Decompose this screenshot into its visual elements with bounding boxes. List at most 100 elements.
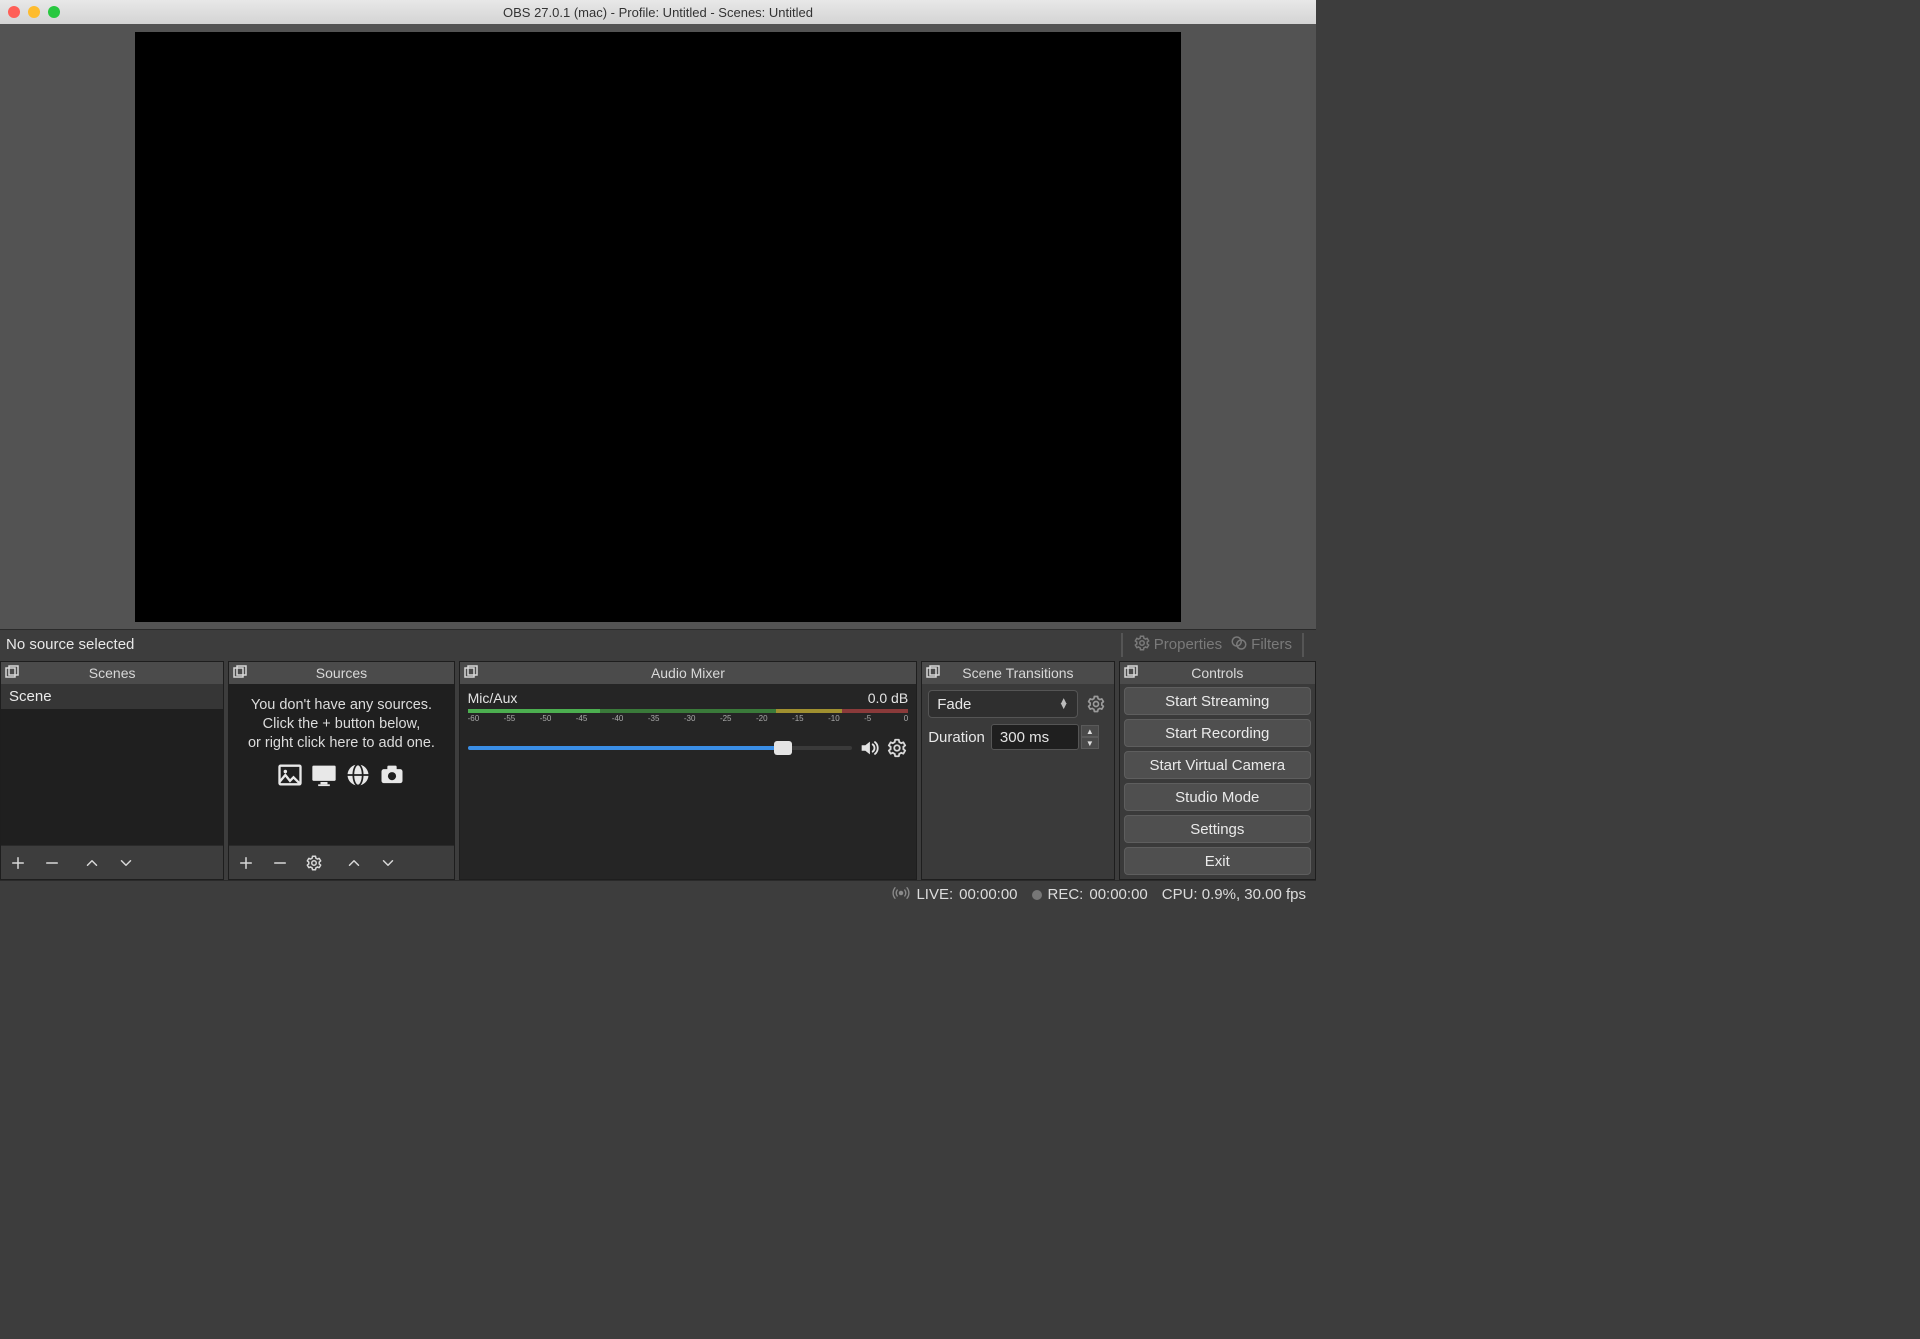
audio-mixer-dock: Audio Mixer Mic/Aux 0.0 dB -60 -55 -50 -…	[459, 661, 918, 880]
sources-dock: Sources You don't have any sources. Clic…	[228, 661, 454, 880]
sources-empty-message: You don't have any sources. Click the + …	[229, 684, 453, 794]
transition-settings-button[interactable]	[1084, 692, 1108, 716]
move-scene-down-button[interactable]	[109, 848, 143, 878]
exit-button[interactable]: Exit	[1124, 847, 1311, 875]
tick: -35	[648, 714, 684, 723]
meter-ticks: -60 -55 -50 -45 -40 -35 -30 -25 -20 -15 …	[468, 714, 909, 723]
sources-header[interactable]: Sources	[229, 662, 453, 684]
start-recording-button[interactable]: Start Recording	[1124, 719, 1311, 747]
source-properties-button[interactable]	[297, 848, 331, 878]
filters-icon	[1230, 634, 1248, 656]
start-virtual-camera-button[interactable]: Start Virtual Camera	[1124, 751, 1311, 779]
titlebar: OBS 27.0.1 (mac) - Profile: Untitled - S…	[0, 0, 1316, 24]
rec-time: 00:00:00	[1089, 886, 1147, 903]
undock-icon[interactable]	[926, 665, 940, 679]
transition-select[interactable]: Fade ▲▼	[928, 690, 1077, 718]
sources-list[interactable]: You don't have any sources. Click the + …	[229, 684, 453, 845]
tick: -40	[612, 714, 648, 723]
sources-empty-line: or right click here to add one.	[235, 734, 447, 753]
source-selection-status: No source selected	[6, 636, 134, 653]
live-time: 00:00:00	[959, 886, 1017, 903]
minimize-window-button[interactable]	[28, 6, 40, 18]
add-scene-button[interactable]	[1, 848, 35, 878]
tick: -50	[540, 714, 576, 723]
filters-label: Filters	[1251, 636, 1292, 653]
source-toolbar: No source selected Properties Filters	[0, 629, 1316, 659]
transition-selected: Fade	[937, 696, 971, 713]
controls-title: Controls	[1191, 665, 1243, 681]
audio-meter: -60 -55 -50 -45 -40 -35 -30 -25 -20 -15 …	[468, 709, 909, 723]
separator	[1121, 633, 1123, 657]
transitions-title: Scene Transitions	[962, 665, 1073, 681]
record-dot-icon	[1032, 890, 1042, 900]
live-label: LIVE:	[916, 886, 953, 903]
duration-value: 300 ms	[1000, 729, 1049, 746]
duration-label: Duration	[928, 729, 985, 746]
mixer-body: Mic/Aux 0.0 dB -60 -55 -50 -45 -40 -35 -…	[460, 684, 917, 879]
duration-up-button[interactable]: ▲	[1081, 725, 1099, 737]
tick: -15	[792, 714, 828, 723]
transitions-dock: Scene Transitions Fade ▲▼ Duration 300 m…	[921, 661, 1114, 880]
undock-icon[interactable]	[1124, 665, 1138, 679]
monitor-icon	[309, 761, 339, 795]
properties-button[interactable]: Properties	[1129, 632, 1226, 658]
camera-icon	[377, 761, 407, 795]
move-scene-up-button[interactable]	[75, 848, 109, 878]
tick: -55	[504, 714, 540, 723]
mixer-title: Audio Mixer	[651, 665, 725, 681]
live-status: LIVE: 00:00:00	[892, 884, 1017, 906]
duration-down-button[interactable]: ▼	[1081, 737, 1099, 749]
separator	[1302, 633, 1304, 657]
scene-item[interactable]: Scene	[1, 684, 223, 709]
transitions-header[interactable]: Scene Transitions	[922, 662, 1113, 684]
docks-row: Scenes Scene Sources You don'	[0, 659, 1316, 880]
cpu-status: CPU: 0.9%, 30.00 fps	[1162, 886, 1306, 903]
scenes-header[interactable]: Scenes	[1, 662, 223, 684]
sources-empty-line: Click the + button below,	[235, 715, 447, 734]
move-source-up-button[interactable]	[337, 848, 371, 878]
audio-track-name: Mic/Aux	[468, 690, 518, 706]
rec-status: REC: 00:00:00	[1032, 886, 1148, 903]
scenes-buttons	[1, 845, 223, 879]
window-title: OBS 27.0.1 (mac) - Profile: Untitled - S…	[503, 5, 813, 20]
tick: -20	[756, 714, 792, 723]
sources-title: Sources	[316, 665, 367, 681]
filters-button[interactable]: Filters	[1226, 632, 1296, 658]
scene-list[interactable]: Scene	[1, 684, 223, 845]
broadcast-icon	[892, 884, 910, 906]
undock-icon[interactable]	[464, 665, 478, 679]
remove-scene-button[interactable]	[35, 848, 69, 878]
volume-slider[interactable]	[468, 746, 853, 750]
preview-area	[0, 24, 1316, 629]
cpu-text: CPU: 0.9%, 30.00 fps	[1162, 886, 1306, 903]
start-streaming-button[interactable]: Start Streaming	[1124, 687, 1311, 715]
tick: -5	[864, 714, 900, 723]
settings-button[interactable]: Settings	[1124, 815, 1311, 843]
chevron-updown-icon: ▲▼	[1059, 699, 1069, 709]
globe-icon	[343, 761, 373, 795]
remove-source-button[interactable]	[263, 848, 297, 878]
scenes-title: Scenes	[89, 665, 136, 681]
controls-body: Start Streaming Start Recording Start Vi…	[1120, 684, 1315, 879]
controls-header[interactable]: Controls	[1120, 662, 1315, 684]
move-source-down-button[interactable]	[371, 848, 405, 878]
properties-label: Properties	[1154, 636, 1222, 653]
duration-input[interactable]: 300 ms	[991, 724, 1079, 750]
tick: -45	[576, 714, 612, 723]
audio-settings-icon[interactable]	[886, 737, 908, 759]
audio-track-level: 0.0 dB	[868, 690, 908, 706]
sources-buttons	[229, 845, 453, 879]
rec-label: REC:	[1048, 886, 1084, 903]
add-source-button[interactable]	[229, 848, 263, 878]
mixer-header[interactable]: Audio Mixer	[460, 662, 917, 684]
maximize-window-button[interactable]	[48, 6, 60, 18]
preview-canvas[interactable]	[135, 32, 1181, 622]
studio-mode-button[interactable]: Studio Mode	[1124, 783, 1311, 811]
scenes-dock: Scenes Scene	[0, 661, 224, 880]
tick: -60	[468, 714, 504, 723]
undock-icon[interactable]	[233, 665, 247, 679]
statusbar: LIVE: 00:00:00 REC: 00:00:00 CPU: 0.9%, …	[0, 880, 1316, 908]
undock-icon[interactable]	[5, 665, 19, 679]
close-window-button[interactable]	[8, 6, 20, 18]
speaker-icon[interactable]	[858, 737, 880, 759]
